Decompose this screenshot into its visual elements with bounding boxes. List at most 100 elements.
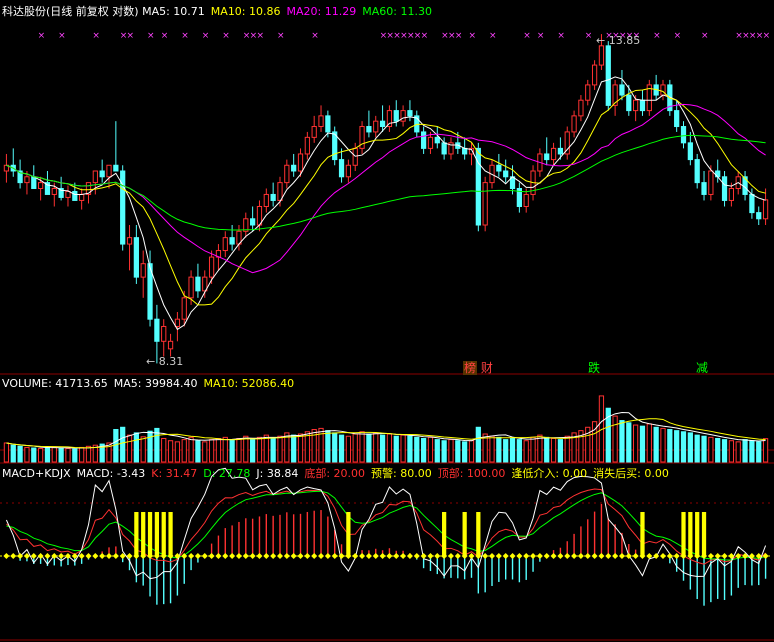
macd-legend-item: K: 31.47: [151, 467, 198, 480]
zero-diamond-marker: [482, 553, 489, 559]
chart-annotations: × × × × × × × × × × × × × × × × × × × × × × × × × × × × × × × × × × × × × × × ×…: [38, 31, 771, 41]
zero-diamond-marker: [311, 553, 318, 559]
zero-diamond-marker: [331, 553, 338, 559]
volume-bar: [674, 430, 680, 463]
candle-body: [181, 297, 187, 320]
stock-chart: × × × × × × × × × × × × × × × × × × × × × × × × × × × × × × × × × × × × × × × ×…: [0, 31, 774, 641]
macd-legend-item: J: 38.84: [256, 467, 299, 480]
volume-bar: [721, 439, 728, 463]
buy-signal-block: [134, 512, 139, 556]
zero-diamond-marker: [365, 553, 372, 559]
signal-x-marker: ×: [489, 31, 497, 41]
zero-diamond-marker: [3, 553, 10, 559]
volume-bar: [701, 435, 707, 463]
volume-bar: [639, 425, 646, 463]
zero-diamond-marker: [386, 553, 393, 559]
zero-diamond-marker: [605, 553, 612, 559]
zero-diamond-marker: [58, 553, 65, 559]
candle-body: [65, 190, 71, 198]
volume-bar: [619, 420, 625, 463]
candle-body: [133, 237, 139, 278]
zero-diamond-marker: [489, 553, 496, 559]
candle-body: [154, 318, 160, 342]
candle-body: [694, 159, 700, 184]
buy-signal-block: [161, 512, 166, 556]
candle-body: [72, 190, 78, 201]
candle-body: [297, 153, 304, 172]
candle-body: [167, 340, 174, 350]
zero-diamond-marker: [10, 553, 17, 559]
zero-diamond-marker: [372, 553, 379, 559]
zero-diamond-marker: [632, 553, 639, 559]
volume-bar: [475, 426, 481, 463]
candle-body: [263, 193, 269, 207]
zero-diamond-marker: [427, 553, 434, 559]
candle-body: [386, 110, 393, 128]
volume-bar: [133, 432, 139, 463]
low-price-label: ← 8.31: [146, 355, 184, 368]
buy-signal-block: [462, 512, 467, 556]
zero-diamond-marker: [263, 553, 270, 559]
volume-bar: [243, 435, 249, 463]
candle-body: [420, 131, 427, 149]
signal-x-marker: ×: [256, 31, 264, 41]
candle-body: [762, 199, 769, 220]
candle-body: [400, 110, 406, 122]
zero-diamond-marker: [434, 553, 441, 559]
volume-bar: [612, 415, 618, 463]
zero-diamond-marker: [536, 553, 543, 559]
signal-x-marker: ×: [311, 31, 319, 41]
volume-bar: [277, 435, 283, 463]
zero-diamond-marker: [584, 553, 591, 559]
candle-body: [106, 164, 112, 178]
signal-x-marker: ×: [557, 31, 565, 41]
zero-diamond-marker: [673, 553, 680, 559]
zero-diamond-marker: [276, 553, 283, 559]
candle-body: [195, 276, 201, 292]
volume-bar: [749, 440, 755, 463]
volume-bar: [441, 440, 447, 463]
candle-body: [598, 45, 605, 66]
zero-diamond-marker: [318, 553, 325, 559]
price-header: 科达股份(日线 前复权 对数) MA5: 10.71 MA10: 10.86 MA2…: [2, 3, 438, 19]
signal-x-marker: ×: [674, 31, 682, 41]
volume-bar: [708, 436, 714, 463]
event-marker-jian[interactable]: 减: [696, 359, 708, 376]
volume-bar: [167, 440, 174, 463]
volume-bar: [393, 435, 399, 463]
event-marker-bang[interactable]: 榜 财: [463, 359, 493, 376]
volume-bar: [400, 434, 406, 463]
zero-diamond-marker: [550, 553, 557, 559]
volume-bar: [687, 432, 693, 463]
volume-bar: [250, 439, 256, 463]
volume-bar: [756, 441, 762, 463]
event-marker-die[interactable]: 跌: [588, 359, 600, 376]
volume-bar: [236, 437, 242, 463]
zero-diamond-marker: [762, 553, 769, 559]
zero-diamond-marker: [406, 553, 413, 559]
candle-body: [571, 115, 577, 133]
zero-diamond-marker: [516, 553, 523, 559]
volume-bar: [222, 436, 228, 463]
signal-x-marker: ×: [181, 31, 189, 41]
candle-body: [51, 188, 57, 195]
buy-signal-block: [442, 512, 447, 556]
volume-bar: [208, 439, 215, 463]
zero-diamond-marker: [618, 553, 625, 559]
volume-bar: [420, 437, 427, 463]
macd-legend-item: MACD: -3.43: [76, 467, 146, 480]
zero-diamond-marker: [612, 553, 619, 559]
candle-body: [680, 126, 687, 144]
buy-signal-block: [346, 512, 351, 556]
zero-diamond-marker: [543, 553, 550, 559]
zero-diamond-marker: [495, 553, 502, 559]
signal-x-marker: ×: [127, 31, 135, 41]
volume-legend-item: MA10: 52086.40: [203, 377, 295, 390]
candle-body: [277, 182, 283, 201]
zero-diamond-marker: [242, 553, 249, 559]
zero-diamond-marker: [509, 553, 516, 559]
volume-bar: [626, 422, 632, 463]
kdj-j-line: [5, 467, 767, 580]
candlestick-series: [3, 34, 769, 364]
candle-body: [619, 84, 625, 96]
